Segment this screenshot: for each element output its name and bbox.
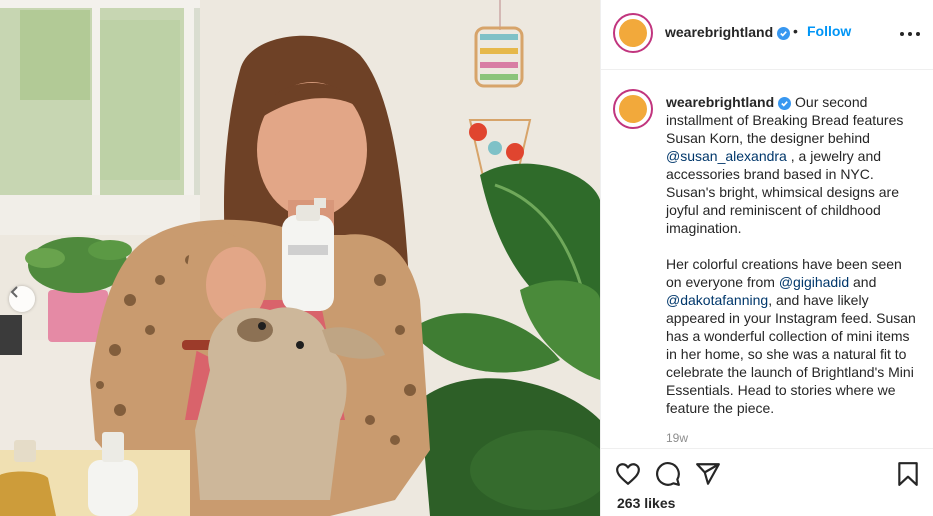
more-options-icon[interactable]	[900, 24, 920, 44]
mention-link[interactable]: @dakotafanning	[666, 292, 768, 308]
comment-icon[interactable]	[655, 461, 681, 487]
carousel-prev-button[interactable]	[9, 286, 35, 312]
caption-text: and	[849, 274, 877, 290]
verified-badge-icon	[777, 27, 791, 40]
verified-badge-icon	[778, 97, 792, 110]
header-username[interactable]: wearebrightland	[665, 24, 791, 40]
post-caption: wearebrightland Our second installment o…	[666, 93, 920, 417]
post-timestamp[interactable]: 19w	[666, 431, 688, 445]
caption-avatar[interactable]	[613, 89, 653, 129]
bookmark-icon[interactable]	[895, 461, 921, 487]
heart-icon[interactable]	[615, 461, 641, 487]
post-photo[interactable]	[0, 0, 600, 516]
mention-link[interactable]: @susan_alexandra	[666, 148, 787, 164]
post-sidebar: wearebrightland • Follow wearebrightland…	[600, 0, 933, 516]
mention-link[interactable]: @gigihadid	[779, 274, 849, 290]
post-header: wearebrightland • Follow	[601, 0, 933, 70]
chevron-left-icon	[10, 286, 18, 298]
post-photo-illustration	[0, 0, 600, 516]
avatar[interactable]	[613, 13, 653, 53]
follow-button[interactable]: Follow	[807, 23, 851, 39]
likes-count[interactable]: 263 likes	[617, 495, 675, 511]
post-actions: 263 likes	[601, 448, 933, 516]
caption-area: wearebrightland Our second installment o…	[601, 70, 933, 448]
separator-dot: •	[793, 23, 798, 39]
caption-author[interactable]: wearebrightland	[666, 94, 774, 110]
caption-text: , and have likely appeared in your Insta…	[666, 292, 916, 416]
paper-plane-icon[interactable]	[695, 461, 721, 487]
